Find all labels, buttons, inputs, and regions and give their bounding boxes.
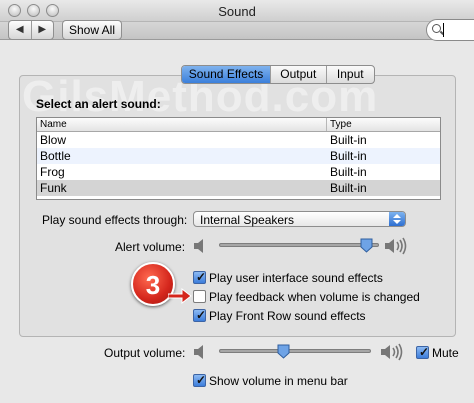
checkmark-icon: ✓ — [196, 373, 207, 387]
speaker-high-icon — [381, 343, 403, 361]
alert-volume-knob[interactable] — [360, 238, 373, 253]
front-row-checkbox[interactable]: ✓ — [193, 308, 207, 322]
sound-name: Funk — [40, 181, 67, 195]
checkmark-icon: ✓ — [196, 270, 207, 284]
column-header-name[interactable]: Name — [37, 118, 327, 131]
speaker-high-icon — [385, 237, 407, 255]
search-icon — [432, 24, 441, 33]
tab-bar: Sound Effects Output Input — [181, 65, 375, 84]
sound-type: Built-in — [330, 165, 367, 179]
effects-through-label: Play sound effects through: — [42, 213, 188, 227]
callout-number: 3 — [145, 270, 161, 300]
sound-name: Frog — [40, 165, 65, 179]
output-volume-knob[interactable] — [277, 344, 290, 359]
front-row-label[interactable]: Play Front Row sound effects — [209, 309, 366, 323]
sound-name: Bottle — [40, 149, 71, 163]
tab-sound-effects[interactable]: Sound Effects — [182, 66, 271, 83]
effects-device-popup[interactable]: Internal Speakers — [193, 211, 406, 227]
window-title: Sound — [218, 4, 256, 19]
back-forward-control[interactable]: ◀ ▶ — [8, 20, 54, 40]
tab-output[interactable]: Output — [270, 66, 325, 83]
back-arrow-icon[interactable]: ◀ — [9, 21, 31, 39]
menu-bar-checkbox[interactable]: ✓ — [193, 373, 207, 387]
callout-arrow-icon — [168, 288, 192, 304]
speaker-low-icon — [194, 345, 203, 359]
alert-sound-heading: Select an alert sound: — [36, 97, 161, 111]
text-caret — [443, 23, 444, 37]
popup-arrows-icon — [389, 212, 405, 226]
sound-name: Blow — [40, 133, 67, 147]
alert-volume-track[interactable] — [219, 243, 379, 247]
table-row[interactable]: Bottle Built-in — [37, 148, 440, 164]
column-header-type[interactable]: Type — [327, 118, 352, 131]
mute-label[interactable]: Mute — [432, 346, 459, 360]
alert-volume-label: Alert volume: — [115, 240, 186, 254]
sound-type: Built-in — [330, 133, 367, 147]
checkmark-icon: ✓ — [196, 308, 207, 322]
table-row[interactable]: Blow Built-in — [37, 132, 440, 148]
menu-bar-label[interactable]: Show volume in menu bar — [209, 374, 348, 388]
feedback-checkbox[interactable] — [193, 290, 206, 303]
feedback-label[interactable]: Play feedback when volume is changed — [209, 290, 420, 304]
output-volume-track[interactable] — [219, 349, 371, 353]
sound-type: Built-in — [330, 181, 367, 195]
checkmark-icon: ✓ — [419, 345, 430, 359]
sound-type: Built-in — [330, 149, 367, 163]
forward-arrow-icon[interactable]: ▶ — [30, 21, 54, 39]
table-header: Name Type — [37, 118, 440, 132]
output-volume-label: Output volume: — [104, 346, 186, 360]
show-all-button[interactable]: Show All — [62, 20, 122, 40]
table-row[interactable]: Frog Built-in — [37, 164, 440, 180]
popup-value: Internal Speakers — [200, 213, 295, 227]
ui-effects-checkbox[interactable]: ✓ — [193, 270, 207, 284]
search-field[interactable] — [426, 19, 474, 41]
tab-input[interactable]: Input — [325, 66, 375, 83]
table-row-selected[interactable]: Funk Built-in — [37, 180, 440, 196]
speaker-low-icon — [194, 239, 203, 253]
alert-sound-table[interactable]: Name Type Blow Built-in Bottle Built-in … — [36, 117, 441, 200]
mute-checkbox[interactable]: ✓ — [416, 345, 430, 359]
ui-effects-label[interactable]: Play user interface sound effects — [209, 271, 383, 285]
